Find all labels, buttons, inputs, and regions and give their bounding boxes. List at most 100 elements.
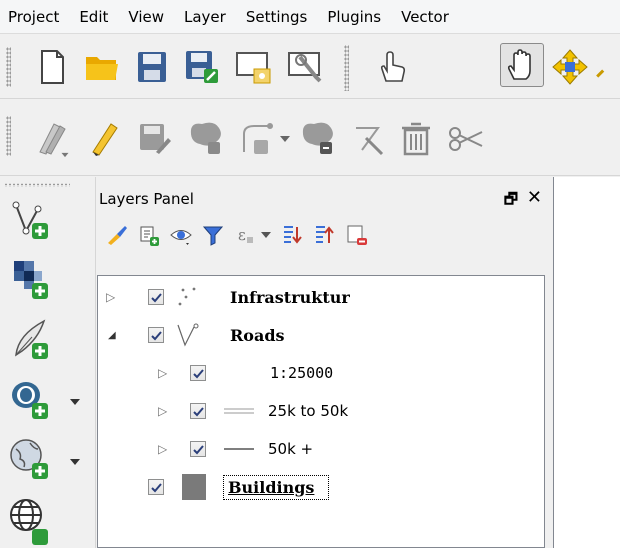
layer-row-infrastruktur[interactable]: ▷ Infrastruktur [98, 278, 538, 316]
menu-project[interactable]: Project [0, 0, 69, 34]
layer-label: Buildings [222, 474, 330, 500]
menu-bar: Project Edit View Layer Settings Plugins… [0, 0, 620, 34]
add-delimited-text-button[interactable] [8, 315, 68, 365]
menu-plugins[interactable]: Plugins [317, 0, 391, 34]
filter-legend-button[interactable] [199, 221, 227, 249]
symbol-row-50k-plus[interactable]: ▷ 50k + [98, 430, 538, 468]
expand-arrow-icon[interactable]: ▷ [106, 290, 115, 304]
layers-panel: Layers Panel 🗗 ✕ ε ▷ Infrastruktur ◢ Roa… [97, 177, 552, 548]
map-canvas[interactable] [553, 177, 620, 548]
manage-visibility-button[interactable] [167, 221, 195, 249]
menu-vector[interactable]: Vector [391, 0, 459, 34]
add-feature-button[interactable] [184, 116, 228, 160]
checkmark-icon [192, 406, 204, 416]
add-feature-icon [190, 122, 221, 154]
save-layer-edits-button[interactable] [132, 116, 176, 160]
checkmark-icon [150, 330, 162, 340]
remove-layer-button[interactable] [343, 221, 371, 249]
symbol-row-25k-to-50k[interactable]: ▷ 25k to 50k [98, 392, 538, 430]
add-postgis-layer-button[interactable] [8, 375, 80, 425]
polygon-symbol-icon [182, 474, 206, 500]
add-wms-layer-button[interactable] [8, 435, 80, 485]
node-tool-icon [356, 127, 384, 156]
save-as-button[interactable] [180, 45, 224, 89]
zoom-in-button[interactable] [596, 45, 620, 89]
add-group-icon [140, 226, 159, 246]
move-feature-button[interactable] [296, 116, 340, 160]
collapse-arrow-icon[interactable]: ◢ [108, 330, 116, 341]
symbol-visibility-checkbox[interactable] [190, 441, 206, 457]
checkmark-icon [150, 482, 162, 492]
symbol-row-1-25000[interactable]: ▷ 1:25000 [98, 354, 538, 392]
layer-visibility-checkbox[interactable] [148, 327, 164, 343]
open-project-icon [86, 57, 118, 80]
layers-panel-titlebar: Layers Panel 🗗 ✕ [97, 185, 552, 213]
toggle-editing-icon [92, 123, 118, 156]
touch-zoom-pan-button[interactable] [370, 45, 414, 89]
symbol-visibility-checkbox[interactable] [190, 403, 206, 419]
expand-arrow-icon[interactable]: ▷ [158, 404, 167, 418]
composer-manager-button[interactable] [284, 45, 328, 89]
toolbar-separator [344, 45, 349, 91]
float-panel-icon[interactable]: 🗗 [504, 189, 518, 214]
paint-brush-icon [108, 226, 127, 245]
layer-row-roads[interactable]: ◢ Roads [98, 316, 538, 354]
single-line-symbol-icon [224, 448, 254, 450]
toggle-editing-button[interactable] [82, 116, 126, 160]
expand-all-icon [284, 226, 302, 244]
filter-legend-icon [202, 226, 224, 246]
cut-features-icon [449, 127, 483, 151]
add-vector-layer-button[interactable] [8, 195, 68, 245]
save-layer-edits-icon [140, 124, 171, 154]
expand-all-button[interactable] [279, 221, 307, 249]
filter-expression-icon: ε [238, 226, 253, 244]
expand-arrow-icon[interactable]: ▷ [158, 442, 167, 456]
pan-map-button[interactable] [500, 43, 544, 87]
filter-expression-button[interactable]: ε [231, 221, 275, 249]
manage-visibility-icon [170, 230, 192, 245]
toolbar-grip[interactable] [6, 116, 11, 156]
point-layer-icon [178, 287, 196, 306]
layer-visibility-checkbox[interactable] [148, 479, 164, 495]
add-raster-layer-button[interactable] [8, 255, 68, 305]
menu-settings[interactable]: Settings [236, 0, 318, 34]
add-group-button[interactable] [135, 221, 163, 249]
save-project-icon [138, 52, 166, 82]
move-feature-icon [302, 122, 333, 154]
cut-features-button[interactable] [444, 116, 488, 160]
pan-to-selection-icon [552, 49, 588, 85]
symbol-label: 50k + [268, 440, 314, 458]
expand-arrow-icon[interactable]: ▷ [158, 366, 167, 380]
layer-row-buildings[interactable]: Buildings [98, 468, 538, 506]
add-wcs-layer-button[interactable] [8, 495, 68, 545]
node-tool-button[interactable] [346, 116, 390, 160]
pan-to-selection-button[interactable] [548, 45, 592, 89]
save-project-button[interactable] [130, 45, 174, 89]
open-layer-styling-button[interactable] [103, 221, 131, 249]
menu-edit[interactable]: Edit [69, 0, 118, 34]
add-raster-layer-icon [14, 261, 48, 299]
svg-text:ε: ε [238, 226, 246, 244]
layer-visibility-checkbox[interactable] [148, 289, 164, 305]
remove-layer-icon [347, 225, 367, 245]
menu-view[interactable]: View [118, 0, 174, 34]
new-project-button[interactable] [30, 45, 74, 89]
toolbar-grip[interactable] [4, 183, 70, 187]
collapse-all-icon [316, 226, 334, 243]
add-postgis-layer-icon [12, 382, 48, 419]
symbol-visibility-checkbox[interactable] [190, 365, 206, 381]
new-print-composer-button[interactable] [232, 45, 276, 89]
menu-layer[interactable]: Layer [174, 0, 236, 34]
collapse-all-button[interactable] [311, 221, 339, 249]
open-project-button[interactable] [80, 45, 124, 89]
toolbar-grip[interactable] [6, 47, 11, 87]
add-circular-string-button[interactable] [236, 116, 290, 160]
close-panel-icon[interactable]: ✕ [527, 187, 542, 208]
manage-layers-toolbar [0, 177, 96, 548]
add-delimited-text-icon [15, 319, 48, 359]
current-edits-button[interactable] [30, 116, 74, 160]
delete-selected-button[interactable] [394, 116, 438, 160]
layers-panel-toolbar: ε [97, 217, 552, 253]
add-vector-layer-icon [12, 201, 48, 239]
add-wms-layer-icon [10, 439, 48, 479]
